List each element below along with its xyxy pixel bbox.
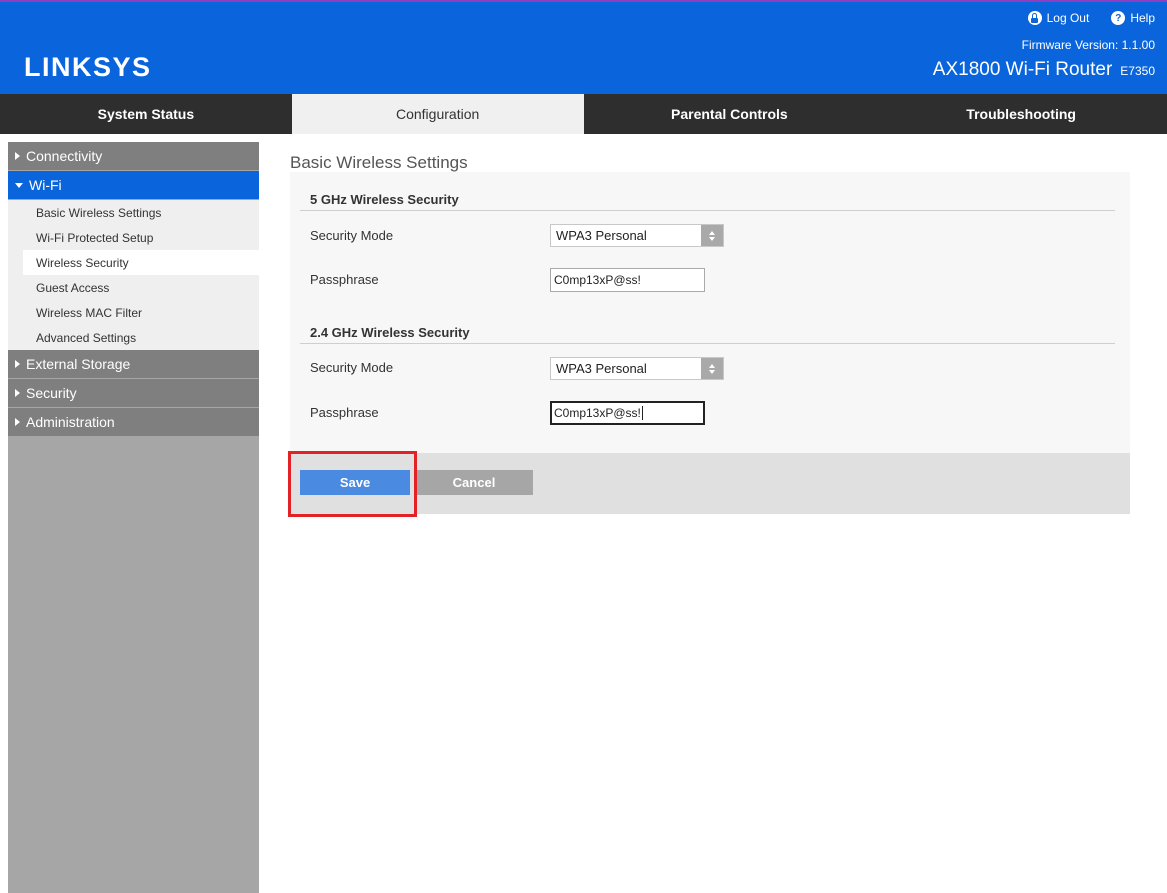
passphrase-input-2-4ghz[interactable]: C0mp13xP@ss! [550,401,705,425]
save-button[interactable]: Save [300,470,410,495]
firmware-version: Firmware Version: 1.1.00 [1021,38,1155,52]
passphrase-value: C0mp13xP@ss! [554,406,641,420]
tab-configuration[interactable]: Configuration [291,94,584,134]
section-title-2-4ghz: 2.4 GHz Wireless Security [310,325,470,340]
sidebar-item-wireless-security[interactable]: Wireless Security [23,250,259,275]
router-model: AX1800 Wi-Fi Router E7350 [933,59,1155,81]
help-link[interactable]: ? Help [1111,11,1155,25]
page-title: Basic Wireless Settings [290,153,468,172]
sidebar-item-wifi-protected-setup[interactable]: Wi-Fi Protected Setup [8,225,259,250]
security-mode-value: WPA3 Personal [556,361,647,376]
sidebar-group-label: Wi-Fi [29,177,62,193]
security-mode-value: WPA3 Personal [556,228,647,243]
sidebar-item-basic-wireless-settings[interactable]: Basic Wireless Settings [8,200,259,225]
logout-link[interactable]: Log Out [1027,11,1090,25]
sidebar-group-label: Administration [26,414,115,430]
section-title-5ghz: 5 GHz Wireless Security [310,192,459,207]
sidebar-group-connectivity[interactable]: Connectivity [8,142,259,170]
security-mode-label-5ghz: Security Mode [310,228,394,243]
chevron-right-icon [15,418,20,426]
section-divider [300,210,1115,211]
sidebar-group-label: Security [26,385,77,401]
passphrase-label-5ghz: Passphrase [310,272,379,287]
model-name: AX1800 Wi-Fi Router [932,59,1113,80]
sidebar: Connectivity Wi-Fi Basic Wireless Settin… [8,142,259,893]
header-bar: LINKSYS Log Out ? Help Firmware Version:… [0,0,1167,94]
section-divider [300,343,1115,344]
help-label: Help [1130,11,1155,25]
settings-panel: 5 GHz Wireless Security Security Mode WP… [290,172,1130,453]
model-code: E7350 [1120,64,1155,78]
lock-icon [1027,11,1042,25]
main-nav: System Status Configuration Parental Con… [0,94,1167,134]
wifi-submenu: Basic Wireless Settings Wi-Fi Protected … [8,200,259,350]
sidebar-group-wifi[interactable]: Wi-Fi [8,171,259,199]
tab-troubleshooting[interactable]: Troubleshooting [875,94,1167,134]
button-bar: Save Cancel [290,453,1130,514]
passphrase-input-5ghz[interactable]: C0mp13xP@ss! [550,268,705,292]
security-mode-label-2-4ghz: Security Mode [310,360,394,375]
chevron-down-icon [15,182,23,188]
chevron-right-icon [15,360,20,368]
help-icon: ? [1111,11,1126,25]
top-links: Log Out ? Help [1027,11,1155,25]
logout-label: Log Out [1046,11,1090,25]
sidebar-group-label: External Storage [26,356,131,372]
sidebar-item-wireless-mac-filter[interactable]: Wireless MAC Filter [8,300,259,325]
sidebar-group-security[interactable]: Security [8,379,259,407]
linksys-logo: LINKSYS [24,52,152,82]
text-caret [641,406,643,420]
tab-system-status[interactable]: System Status [0,94,292,134]
sidebar-group-label: Connectivity [26,148,103,164]
tab-parental-controls[interactable]: Parental Controls [584,94,876,134]
security-mode-select-2-4ghz[interactable]: WPA3 Personal [550,357,724,380]
sidebar-item-guest-access[interactable]: Guest Access [8,275,259,300]
select-arrows-icon [701,358,723,379]
sidebar-item-advanced-settings[interactable]: Advanced Settings [8,325,259,350]
cancel-button[interactable]: Cancel [415,470,533,495]
sidebar-group-external-storage[interactable]: External Storage [8,350,259,378]
select-arrows-icon [701,225,723,246]
chevron-right-icon [15,389,20,397]
security-mode-select-5ghz[interactable]: WPA3 Personal [550,224,724,247]
sidebar-group-administration[interactable]: Administration [8,408,259,436]
passphrase-label-2-4ghz: Passphrase [310,405,379,420]
chevron-right-icon [15,152,20,160]
passphrase-value: C0mp13xP@ss! [554,273,641,287]
